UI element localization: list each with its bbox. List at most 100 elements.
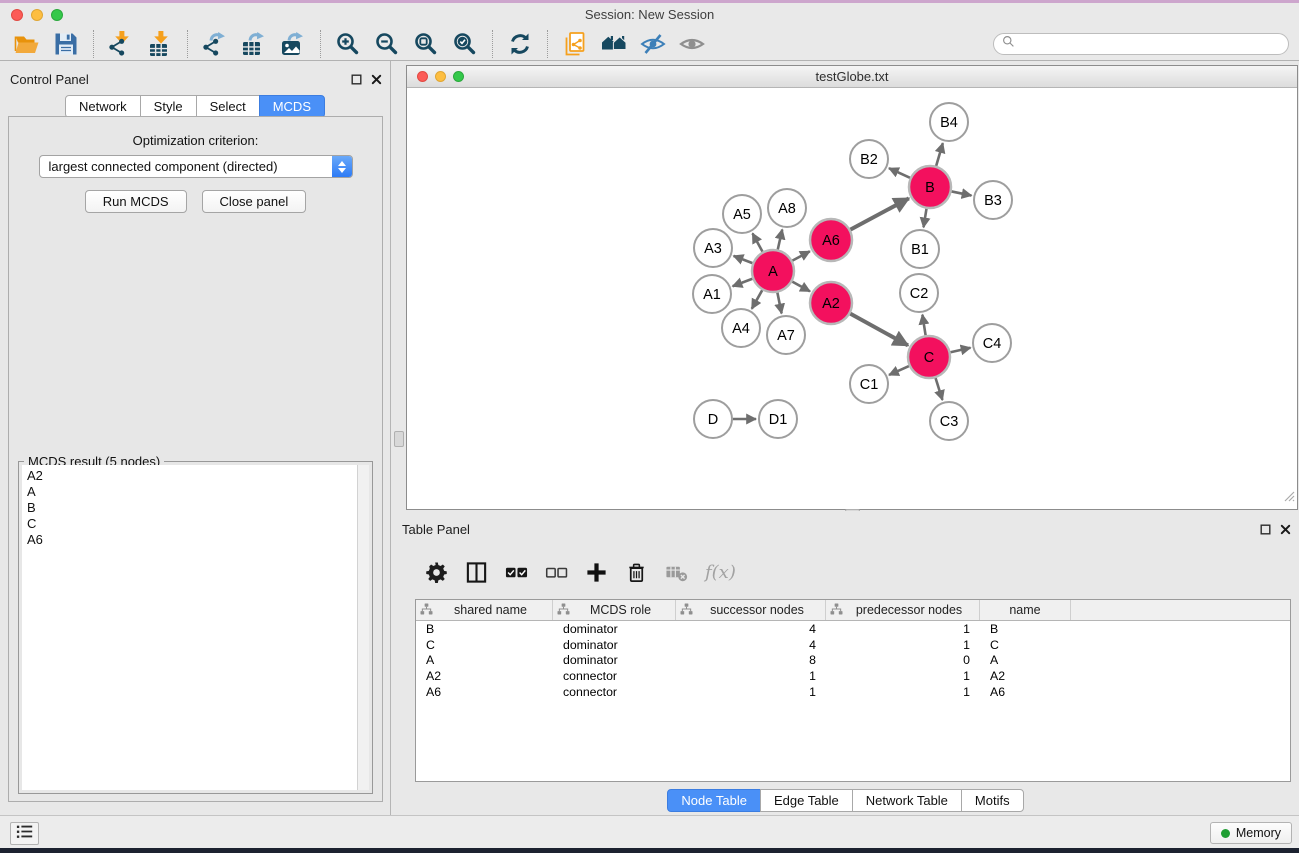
graph-edge-A-A1[interactable] — [733, 279, 753, 286]
table-cell[interactable]: B — [980, 622, 1071, 636]
graph-edge-C-C4[interactable] — [950, 348, 970, 352]
network-minimize-button[interactable] — [435, 71, 446, 82]
table-panel-float-button[interactable] — [1260, 522, 1271, 540]
tab-network[interactable]: Network — [65, 95, 141, 118]
graph-node-B[interactable]: B — [909, 166, 951, 208]
graph-edge-A6-B[interactable] — [850, 198, 908, 229]
show-all-button[interactable] — [676, 30, 708, 58]
graph-node-C2[interactable]: C2 — [900, 274, 938, 312]
network-browser-button[interactable] — [598, 30, 630, 58]
table-row[interactable]: Bdominator41B — [416, 621, 1290, 637]
column-layout-button[interactable] — [465, 561, 488, 584]
tab-style[interactable]: Style — [140, 95, 197, 118]
table-cell[interactable]: A6 — [980, 685, 1071, 699]
table-cell[interactable]: dominator — [553, 638, 676, 652]
table-row[interactable]: A6connector11A6 — [416, 684, 1290, 700]
graph-edge-B-B1[interactable] — [924, 209, 927, 228]
new-session-from-network-button[interactable] — [559, 30, 591, 58]
graph-node-A5[interactable]: A5 — [723, 195, 761, 233]
graph-node-D[interactable]: D — [694, 400, 732, 438]
export-network-button[interactable] — [199, 30, 231, 58]
column-header-shared-name[interactable]: shared name — [416, 600, 553, 620]
search-field[interactable] — [993, 33, 1289, 55]
open-session-button[interactable] — [11, 30, 43, 58]
maximize-window-button[interactable] — [51, 9, 63, 21]
table-panel-close-button[interactable] — [1280, 522, 1291, 540]
tab-network-table[interactable]: Network Table — [852, 789, 962, 812]
tab-mcds[interactable]: MCDS — [259, 95, 325, 118]
table-cell[interactable]: A2 — [416, 669, 553, 683]
result-list-item[interactable]: A6 — [22, 532, 369, 548]
table-cell[interactable]: 1 — [826, 622, 980, 636]
import-network-button[interactable] — [105, 30, 137, 58]
table-cell[interactable]: 1 — [676, 685, 826, 699]
export-image-button[interactable] — [277, 30, 309, 58]
graph-edge-A-A6[interactable] — [792, 251, 809, 260]
column-header-MCDS-role[interactable]: MCDS role — [553, 600, 676, 620]
hide-selected-button[interactable] — [637, 30, 669, 58]
graph-edge-A2-C[interactable] — [850, 314, 908, 346]
graph-node-C4[interactable]: C4 — [973, 324, 1011, 362]
graph-edge-A-A4[interactable] — [752, 290, 762, 309]
select-all-button[interactable] — [505, 561, 528, 584]
zoom-out-button[interactable] — [371, 30, 403, 58]
save-session-button[interactable] — [50, 30, 82, 58]
table-cell[interactable]: 1 — [826, 669, 980, 683]
graph-node-B3[interactable]: B3 — [974, 181, 1012, 219]
table-row[interactable]: Adominator80A — [416, 653, 1290, 669]
result-list-item[interactable]: B — [22, 500, 369, 516]
export-table-button[interactable] — [238, 30, 270, 58]
result-list-scrollbar[interactable] — [357, 465, 369, 790]
settings-button[interactable] — [425, 561, 448, 584]
search-input[interactable] — [1020, 37, 1280, 51]
table-cell[interactable]: C — [980, 638, 1071, 652]
control-panel-float-button[interactable] — [351, 72, 362, 90]
vertical-splitter-handle[interactable] — [394, 431, 404, 447]
table-cell[interactable]: A — [416, 653, 553, 667]
resize-grip-icon[interactable] — [1282, 489, 1295, 507]
table-cell[interactable]: dominator — [553, 622, 676, 636]
close-window-button[interactable] — [11, 9, 23, 21]
deselect-all-button[interactable] — [545, 561, 568, 584]
table-cell[interactable]: 1 — [826, 685, 980, 699]
table-row[interactable]: Cdominator41C — [416, 637, 1290, 653]
graph-edge-A-A5[interactable] — [753, 233, 763, 251]
column-header-successor-nodes[interactable]: successor nodes — [676, 600, 826, 620]
table-cell[interactable]: dominator — [553, 653, 676, 667]
graph-node-A4[interactable]: A4 — [722, 309, 760, 347]
tab-motifs[interactable]: Motifs — [961, 789, 1024, 812]
run-mcds-button[interactable]: Run MCDS — [85, 190, 187, 213]
graph-node-A2[interactable]: A2 — [810, 282, 852, 324]
table-cell[interactable]: 4 — [676, 638, 826, 652]
tab-node-table[interactable]: Node Table — [667, 789, 761, 812]
network-canvas[interactable]: B4B2BB3A8A5A6A3B1AA1C2A2A4A7C4CC1DD1C3 — [408, 89, 1296, 508]
column-header-name[interactable]: name — [980, 600, 1071, 620]
graph-node-B2[interactable]: B2 — [850, 140, 888, 178]
table-cell[interactable]: 1 — [676, 669, 826, 683]
table-cell[interactable]: 4 — [676, 622, 826, 636]
graph-edge-A-A3[interactable] — [734, 256, 753, 263]
delete-column-button[interactable] — [625, 561, 648, 584]
control-panel-close-button[interactable] — [371, 72, 382, 90]
graph-node-A3[interactable]: A3 — [694, 229, 732, 267]
table-cell[interactable]: connector — [553, 685, 676, 699]
graph-node-A8[interactable]: A8 — [768, 189, 806, 227]
network-maximize-button[interactable] — [453, 71, 464, 82]
graph-node-A[interactable]: A — [752, 250, 794, 292]
import-table-button[interactable] — [144, 30, 176, 58]
refresh-button[interactable] — [504, 30, 536, 58]
table-row[interactable]: A2connector11A2 — [416, 668, 1290, 684]
table-cell[interactable]: A — [980, 653, 1071, 667]
task-history-button[interactable] — [10, 822, 39, 845]
table-cell[interactable]: connector — [553, 669, 676, 683]
tab-edge-table[interactable]: Edge Table — [760, 789, 853, 812]
graph-node-B1[interactable]: B1 — [901, 230, 939, 268]
result-list-item[interactable]: A — [22, 484, 369, 500]
graph-edge-C-C1[interactable] — [889, 366, 909, 375]
result-list-item[interactable]: C — [22, 516, 369, 532]
column-header-predecessor-nodes[interactable]: predecessor nodes — [826, 600, 980, 620]
graph-edge-C-C2[interactable] — [922, 315, 925, 336]
mcds-result-list[interactable]: A2ABCA6 — [22, 465, 369, 790]
close-panel-button[interactable]: Close panel — [202, 190, 307, 213]
graph-node-C1[interactable]: C1 — [850, 365, 888, 403]
